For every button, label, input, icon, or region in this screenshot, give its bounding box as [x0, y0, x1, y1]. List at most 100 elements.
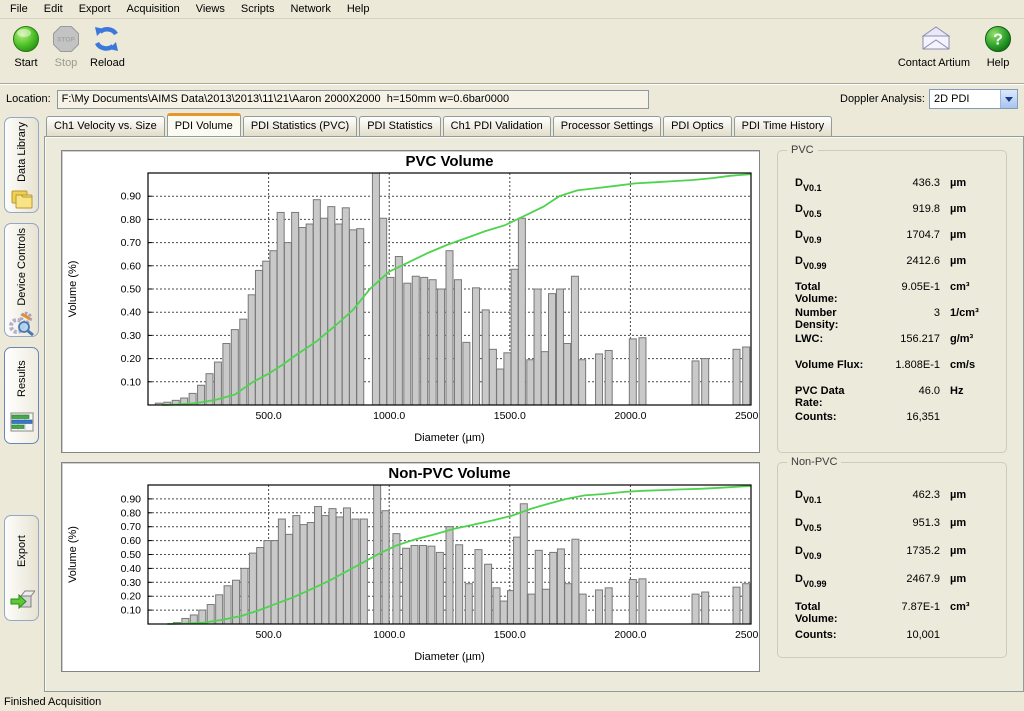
svg-text:0.70: 0.70 [121, 521, 142, 533]
svg-text:1500.0: 1500.0 [494, 629, 526, 641]
combo-dropdown-button[interactable] [1000, 90, 1017, 108]
main-area: Data Library Device Controls [0, 113, 1024, 692]
tab-pdi-volume[interactable]: PDI Volume [167, 113, 241, 136]
stat-unit: g/m³ [950, 333, 996, 345]
stat-unit: µm [950, 517, 996, 529]
svg-text:0.30: 0.30 [121, 577, 142, 589]
tab-ch1-velocity-vs-size[interactable]: Ch1 Velocity vs. Size [46, 116, 165, 136]
svg-text:500.0: 500.0 [255, 410, 281, 422]
box-arrow-icon [9, 586, 35, 615]
stat-unit: µm [950, 489, 996, 501]
sidebar-item-export[interactable]: Export [4, 515, 39, 621]
svg-text:1000.0: 1000.0 [373, 629, 405, 641]
svg-text:0.90: 0.90 [121, 191, 142, 203]
svg-text:STOP: STOP [57, 37, 75, 44]
non-pvc-volume-chart: 0.100.200.300.400.500.600.700.800.90500.… [61, 462, 760, 672]
start-button[interactable]: Start [10, 23, 42, 69]
application-window: File Edit Export Acquisition Views Scrip… [0, 0, 1024, 711]
svg-text:2000.0: 2000.0 [614, 629, 646, 641]
gears-magnifier-icon [9, 310, 35, 339]
stat-unit: µm [950, 229, 996, 241]
stat-row-volume-flux: Volume Flux: 1.808E-1 cm/s [795, 359, 996, 375]
tab-pdi-statistics[interactable]: PDI Statistics [359, 116, 440, 136]
doppler-analysis-select[interactable]: 2D PDI [929, 89, 1018, 109]
stat-row-lwc: LWC: 156.217 g/m³ [795, 333, 996, 349]
help-button[interactable]: ? Help [982, 23, 1014, 69]
stat-unit: Hz [950, 385, 996, 397]
svg-text:0.10: 0.10 [121, 605, 142, 617]
stat-value: 1735.2 [866, 545, 940, 557]
svg-text:1000.0: 1000.0 [373, 410, 405, 422]
menu-help[interactable]: Help [339, 1, 378, 17]
svg-text:1500.0: 1500.0 [494, 410, 526, 422]
contact-artium-button[interactable]: Contact Artium [898, 23, 970, 69]
menu-network[interactable]: Network [282, 1, 338, 17]
svg-text:0.10: 0.10 [121, 376, 142, 388]
tab-pdi-optics[interactable]: PDI Optics [663, 116, 732, 136]
location-bar: Location: Doppler Analysis: 2D PDI [0, 84, 1024, 113]
stat-unit: cm³ [950, 601, 996, 613]
tab-pdi-statistics-pvc[interactable]: PDI Statistics (PVC) [243, 116, 357, 136]
sidebar-item-results[interactable]: Results [4, 347, 39, 444]
menu-views[interactable]: Views [188, 1, 233, 17]
tab-processor-settings[interactable]: Processor Settings [553, 116, 661, 136]
sidebar-item-device-controls[interactable]: Device Controls [4, 223, 39, 337]
stat-row-counts: Counts: 10,001 [795, 629, 996, 645]
svg-text:0.30: 0.30 [121, 330, 142, 342]
svg-text:0.20: 0.20 [121, 353, 142, 365]
stat-row-dv01: DV0.1 462.3 µm [795, 489, 996, 505]
stat-row-counts: Counts: 16,351 [795, 411, 996, 427]
stop-button[interactable]: STOP Stop [50, 23, 82, 69]
stat-row-dv05: DV0.5 919.8 µm [795, 203, 996, 219]
non-pvc-stats-group: Non-PVC DV0.1 462.3 µm DV0.5 951.3 µm [777, 462, 1007, 658]
help-icon: ? [982, 23, 1014, 55]
sidebar-item-data-library[interactable]: Data Library [4, 117, 39, 213]
bar-chart-icon [9, 409, 35, 438]
stat-row-number-density: Number Density: 3 1/cm³ [795, 307, 996, 323]
stat-value: 2412.6 [866, 255, 940, 267]
stat-unit: µm [950, 255, 996, 267]
menu-scripts[interactable]: Scripts [233, 1, 283, 17]
tab-ch1-pdi-validation[interactable]: Ch1 PDI Validation [443, 116, 551, 136]
stat-value: 919.8 [866, 203, 940, 215]
menu-acquisition[interactable]: Acquisition [119, 1, 188, 17]
pvc-stats-group: PVC DV0.1 436.3 µm DV0.5 919.8 µm [777, 150, 1007, 453]
menu-file[interactable]: File [2, 1, 36, 17]
doppler-analysis-value: 2D PDI [930, 93, 1000, 105]
tab-strip: Ch1 Velocity vs. Size PDI Volume PDI Sta… [44, 113, 1024, 136]
contact-artium-label: Contact Artium [898, 57, 970, 69]
tab-pdi-time-history[interactable]: PDI Time History [734, 116, 833, 136]
menu-export[interactable]: Export [71, 1, 119, 17]
stat-value: 156.217 [866, 333, 940, 345]
location-input[interactable] [57, 90, 649, 109]
pvc-volume-chart: 0.100.200.300.400.500.600.700.800.90500.… [61, 150, 760, 453]
svg-text:0.50: 0.50 [121, 549, 142, 561]
stat-value: 462.3 [866, 489, 940, 501]
stat-unit: 1/cm³ [950, 307, 996, 319]
menu-edit[interactable]: Edit [36, 1, 71, 17]
start-icon [10, 23, 42, 55]
stat-row-dv09: DV0.9 1704.7 µm [795, 229, 996, 245]
svg-text:0.20: 0.20 [121, 591, 142, 603]
stat-row-dv05: DV0.5 951.3 µm [795, 517, 996, 533]
svg-text:0.40: 0.40 [121, 307, 142, 319]
svg-text:0.60: 0.60 [121, 535, 142, 547]
stat-value: 951.3 [866, 517, 940, 529]
stat-value: 46.0 [866, 385, 940, 397]
stat-value: 1.808E-1 [866, 359, 940, 371]
stat-row-dv099: DV0.99 2467.9 µm [795, 573, 996, 589]
stat-row-total-volume: Total Volume: 7.87E-1 cm³ [795, 601, 996, 617]
stat-row-dv01: DV0.1 436.3 µm [795, 177, 996, 193]
non-pvc-volume-plot: 0.100.200.300.400.500.600.700.800.90500.… [62, 463, 759, 671]
sidebar-item-label: Results [16, 348, 28, 409]
stat-value: 2467.9 [866, 573, 940, 585]
stat-row-total-volume: Total Volume: 9.05E-1 cm³ [795, 281, 996, 297]
svg-text:0.80: 0.80 [121, 507, 142, 519]
stat-unit: cm³ [950, 281, 996, 293]
sidebar: Data Library Device Controls [0, 113, 44, 692]
reload-button[interactable]: Reload [90, 23, 125, 69]
envelope-icon [918, 23, 950, 55]
svg-text:0.60: 0.60 [121, 260, 142, 272]
pdi-volume-panel: 0.10 0.20 0.30 0.40 0.50 0.60 0.70 0.80 0.90 500.… [44, 136, 1024, 692]
stop-icon: STOP [50, 23, 82, 55]
